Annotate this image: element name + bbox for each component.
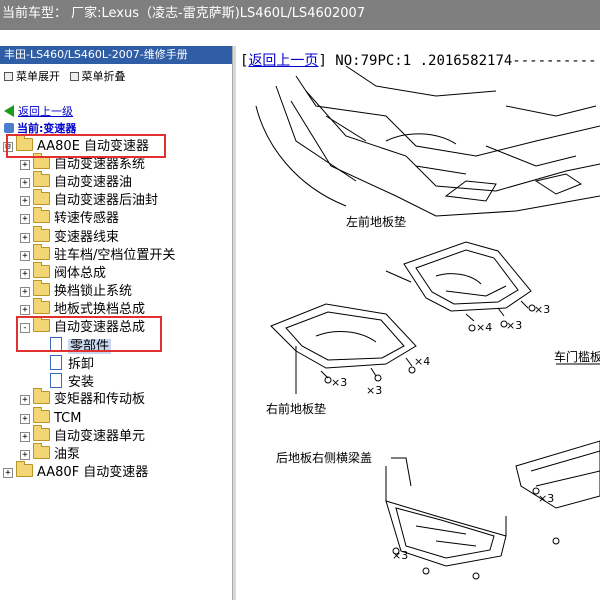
tree-item-label: 拆卸	[68, 357, 95, 373]
tree-expander-icon[interactable]: +	[20, 268, 30, 279]
label-door-sill: 车门槛板	[554, 349, 600, 364]
tree-item-label: 换档锁止系统	[54, 283, 133, 299]
window-title: 当前车型： 厂家:Lexus（凌志-雷克萨斯)LS460L/LS4602007	[2, 6, 366, 21]
previous-page-link[interactable]: 返回上一页	[248, 53, 318, 69]
folder-icon	[33, 297, 50, 314]
folder-icon	[33, 171, 50, 188]
qty-label: ×3	[538, 492, 554, 505]
back-arrow-icon	[4, 105, 14, 117]
tree-item-label: 转速传感器	[54, 211, 120, 227]
collapse-all-button[interactable]: 菜单折叠	[69, 68, 126, 84]
tree-item-label: 变矩器和传动板	[54, 392, 146, 408]
qty-label: ×3	[331, 376, 347, 389]
window-title-bar: 当前车型： 厂家:Lexus（凌志-雷克萨斯)LS460L/LS4602007	[0, 0, 600, 30]
tree-item-label: AA80F 自动变速器	[37, 464, 149, 480]
label-rear-cross-member-cover: 后地板右侧横梁盖	[276, 450, 372, 465]
expand-all-button[interactable]: 菜单展开	[4, 68, 60, 84]
tree-item-label: 自动变速器系统	[54, 157, 146, 173]
tree-item[interactable]: 安装	[36, 373, 94, 391]
tree-expander-icon[interactable]: +	[20, 286, 30, 297]
content-panel: 左前地板垫 右前地板垫 车门槛板 后地板右侧横梁盖 ×3 ×4 ×3 ×4 ×3…	[236, 46, 600, 600]
folder-icon	[33, 406, 50, 423]
folder-icon	[33, 388, 50, 405]
folder-icon	[33, 243, 50, 260]
expand-icon	[4, 72, 13, 81]
menu-toolbar: 菜单展开 菜单折叠	[4, 68, 132, 84]
tree-expander-icon[interactable]: +	[20, 250, 30, 261]
tree-item-label: 油泵	[54, 446, 81, 462]
label-right-front-mat: 右前地板垫	[266, 401, 326, 416]
tree-item-label: 自动变速器后油封	[54, 193, 159, 209]
qty-label: ×3	[534, 303, 550, 316]
tree-expander-icon[interactable]: +	[20, 178, 30, 189]
back-link[interactable]: 返回上一级	[4, 103, 73, 119]
folder-icon	[33, 207, 50, 224]
folder-icon	[33, 279, 50, 296]
document-icon	[50, 355, 62, 371]
tree-item-label: 安装	[68, 375, 95, 391]
tree-expander-icon[interactable]: +	[20, 304, 30, 315]
tree-item[interactable]: + 油泵	[20, 442, 81, 464]
current-location-icon	[4, 123, 14, 133]
document-header: [返回上一页] NO:79PC:1 .2016582174----------	[240, 53, 597, 69]
tree-item-label: 驻车档/空档位置开关	[54, 247, 176, 263]
tree-item-label: TCM	[54, 410, 82, 426]
label-left-front-mat: 左前地板垫	[346, 214, 406, 229]
tree-expander-icon[interactable]: +	[20, 214, 30, 225]
collapse-icon	[69, 72, 79, 81]
folder-icon	[33, 442, 50, 459]
tree-item[interactable]: + 驻车档/空档位置开关	[20, 243, 176, 265]
tree-expander-icon[interactable]: +	[3, 467, 13, 478]
tree-expander-icon[interactable]: +	[20, 413, 30, 424]
tree-item-label: 地板式换档总成	[54, 301, 146, 317]
folder-icon	[16, 460, 33, 477]
document-id: NO:79PC:1 .2016582174----------	[335, 53, 597, 69]
tree-expander-icon[interactable]: +	[20, 232, 30, 243]
tree-expander-icon[interactable]: +	[20, 196, 30, 207]
qty-label: ×4	[414, 355, 430, 368]
tree-item[interactable]: + AA80F 自动变速器	[3, 460, 149, 482]
manual-title: 丰田-LS460/LS460L-2007-维修手册	[0, 46, 232, 64]
tree-expander-icon[interactable]: +	[20, 431, 30, 442]
tree-expander-icon[interactable]: +	[20, 160, 30, 171]
folder-icon	[33, 424, 50, 441]
folder-icon	[33, 153, 50, 170]
folder-icon	[33, 189, 50, 206]
qty-label: ×3	[366, 384, 382, 397]
folder-icon	[33, 261, 50, 278]
navigation-panel: 丰田-LS460/LS460L-2007-维修手册 菜单展开 菜单折叠 返回上一…	[0, 46, 232, 600]
highlight-box-aa80e	[6, 134, 166, 158]
tree-expander-icon[interactable]: +	[20, 449, 30, 460]
tree-item[interactable]: 拆卸	[36, 355, 94, 373]
tree-expander-icon[interactable]: +	[20, 395, 30, 406]
tree-item-label: 自动变速器油	[54, 175, 133, 191]
qty-label: ×3	[506, 319, 522, 332]
tree-item-label: 变速器线束	[54, 229, 120, 245]
tree-item[interactable]: + TCM	[20, 406, 82, 428]
folder-icon	[33, 225, 50, 242]
tree-item-label: 自动变速器单元	[54, 428, 146, 444]
parts-diagram: 左前地板垫 右前地板垫 车门槛板 后地板右侧横梁盖 ×3 ×4 ×3 ×4 ×3…	[255, 65, 600, 580]
highlight-box-assembly	[16, 316, 162, 352]
qty-label: ×4	[476, 321, 492, 334]
qty-label: ×3	[392, 549, 408, 562]
document-icon	[50, 373, 62, 389]
tree-item-label: 阀体总成	[54, 265, 107, 281]
